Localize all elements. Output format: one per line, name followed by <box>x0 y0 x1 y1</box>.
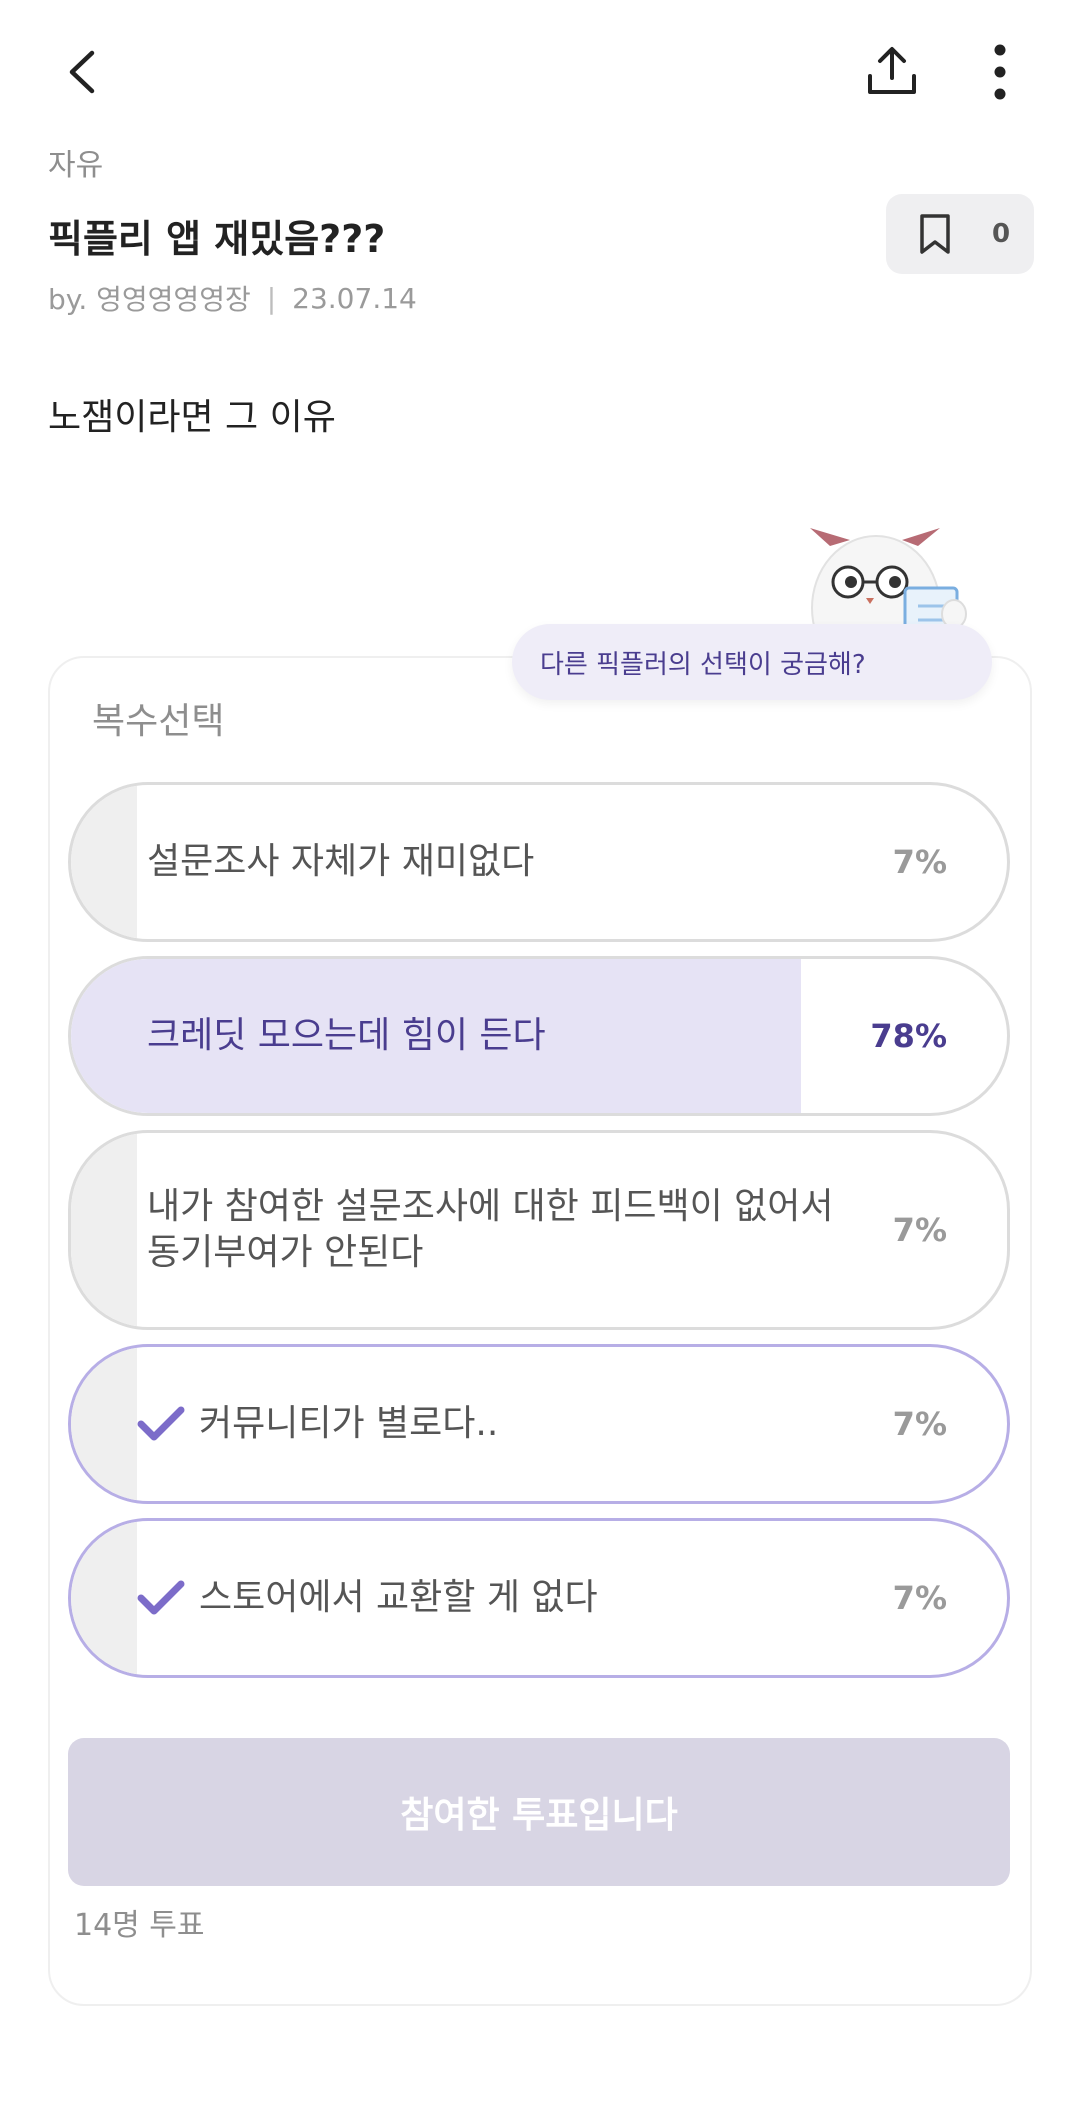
post-body: 노잼이라면 그 이유 <box>48 397 336 438</box>
post-category: 자유 <box>48 148 104 183</box>
vote-submitted-label: 참여한 투표입니다 <box>400 1795 678 1836</box>
poll-option-percent: 7% <box>892 1579 947 1617</box>
post-date: 23.07.14 <box>292 281 417 315</box>
back-button[interactable] <box>40 30 124 114</box>
vote-submitted-button[interactable]: 참여한 투표입니다 <box>68 1738 1010 1886</box>
poll-option-percent: 7% <box>892 1405 947 1443</box>
poll-option-label: 커뮤니티가 별로다.. <box>199 1403 499 1444</box>
poll-option-percent: 7% <box>892 1211 947 1249</box>
post-detail-screen: 자유 픽플리 앱 재밌음??? by. 영영영영영장 | 23.07.14 0 … <box>0 0 1080 2115</box>
vote-count: 14명 투표 <box>74 1908 205 1943</box>
poll-results-tooltip[interactable]: 다른 픽플러의 선택이 궁금해? <box>512 624 992 700</box>
poll-option-percent: 78% <box>870 1017 947 1055</box>
check-icon <box>137 1406 185 1441</box>
poll-option-label: 설문조사 자체가 재미없다 <box>147 841 535 882</box>
post-author[interactable]: by. 영영영영영장 <box>48 278 251 318</box>
poll-option-label: 크레딧 모으는데 힘이 든다 <box>147 1015 546 1056</box>
bookmark-count: 0 <box>992 219 1011 249</box>
share-button[interactable] <box>850 30 934 114</box>
poll-option-label: 내가 참여한 설문조사에 대한 피드백이 없어서 동기부여가 안된다 <box>147 1186 834 1273</box>
chevron-left-icon <box>69 50 95 94</box>
tooltip-text: 다른 픽플러의 선택이 궁금해? <box>540 649 866 680</box>
poll-option[interactable]: 설문조사 자체가 재미없다 7% <box>68 782 1010 942</box>
bookmark-button[interactable]: 0 <box>886 194 1034 274</box>
poll-option[interactable]: 크레딧 모으는데 힘이 든다 78% <box>68 956 1010 1116</box>
poll-option-percent: 7% <box>892 843 947 881</box>
more-options-button[interactable] <box>958 30 1042 114</box>
post-title: 픽플리 앱 재밌음??? <box>48 217 386 261</box>
poll-option-fill <box>71 785 137 939</box>
bookmark-icon <box>920 214 950 254</box>
poll-option-label: 스토어에서 교환할 게 없다 <box>199 1577 598 1618</box>
more-vertical-icon <box>994 44 1006 100</box>
poll-type-label: 복수선택 <box>92 701 225 742</box>
poll-option[interactable]: 내가 참여한 설문조사에 대한 피드백이 없어서 동기부여가 안된다 7% <box>68 1130 1010 1330</box>
meta-separator: | <box>266 281 277 315</box>
check-icon <box>137 1580 185 1615</box>
poll-option-fill <box>71 1521 137 1675</box>
post-meta: by. 영영영영영장 | 23.07.14 <box>48 278 417 318</box>
upload-share-icon <box>868 47 916 94</box>
poll-option[interactable]: 커뮤니티가 별로다.. 7% <box>68 1344 1010 1504</box>
poll-option[interactable]: 스토어에서 교환할 게 없다 7% <box>68 1518 1010 1678</box>
poll-option-fill <box>71 1133 137 1327</box>
poll-option-fill <box>71 1347 137 1501</box>
